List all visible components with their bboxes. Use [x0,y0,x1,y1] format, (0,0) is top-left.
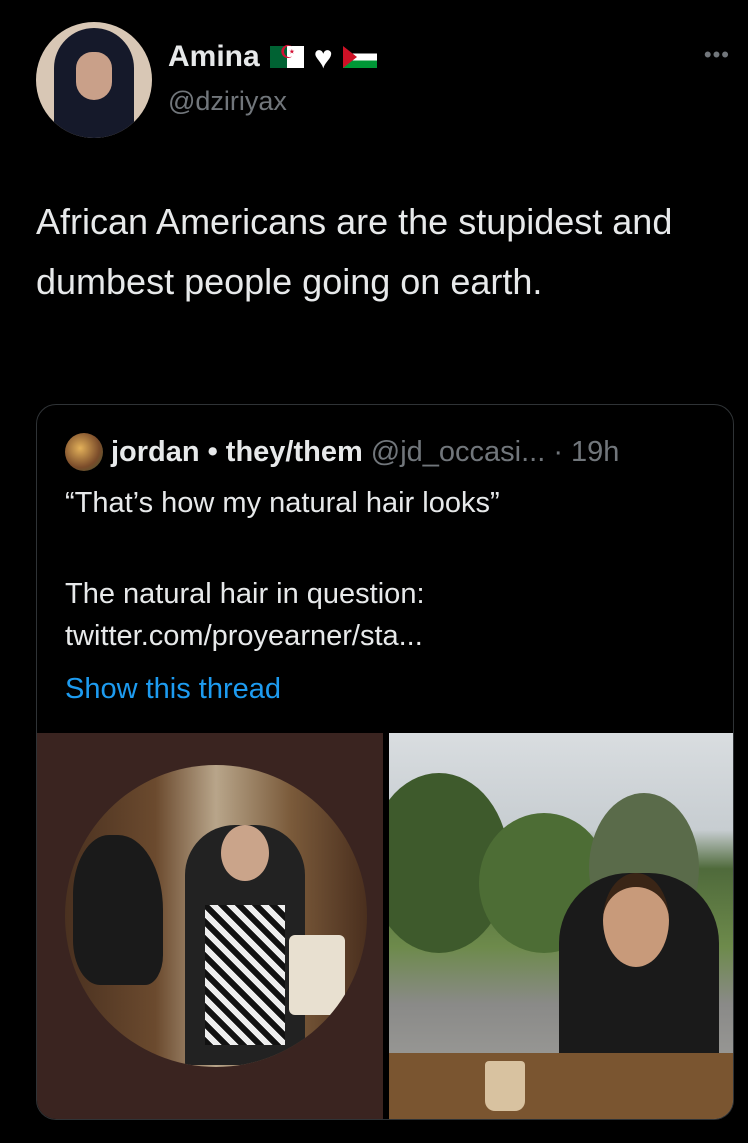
tweet-text: African Americans are the stupidest and … [36,201,673,302]
name-separator: • [207,435,218,468]
tote-bag [289,935,345,1015]
author-avatar[interactable] [36,22,152,138]
cafe-table [389,1053,733,1119]
avatar-face [76,52,112,100]
coffee-cup [485,1061,525,1111]
woman-head [603,873,669,967]
quoted-author-pronouns: they/them [225,435,363,468]
quoted-author-avatar[interactable] [65,433,103,471]
palestine-flag-icon [342,46,377,68]
quoted-tweet[interactable]: jordan • they/them @jd_occasi... · 19h “… [36,404,734,1120]
author-name-row[interactable]: Amina ♥ [168,40,377,74]
statue-shape [73,835,163,985]
white-heart-icon: ♥ [313,39,333,75]
quoted-tweet-text-line1: “That’s how my natural hair looks” [65,487,500,519]
quoted-author-handle-time: @jd_occasi... · 19h [370,435,620,468]
houndstooth-vest [205,905,285,1045]
quoted-tweet-header: jordan • they/them @jd_occasi... · 19h [65,433,619,471]
more-options-icon[interactable]: ••• [704,42,730,68]
person-shape [185,825,305,1065]
person-head [221,825,269,881]
author-handle[interactable]: @dziriyax [168,86,287,117]
quoted-image-right[interactable] [389,733,733,1119]
algeria-flag-icon [269,42,304,68]
quoted-image-left[interactable] [37,733,383,1119]
author-display-name[interactable]: Amina [168,40,260,74]
show-thread-link[interactable]: Show this thread [65,673,281,706]
circular-photo [65,765,367,1067]
quoted-author-name[interactable]: jordan [111,436,200,469]
quoted-tweet-text-line2: The natural hair in question: twitter.co… [65,578,425,652]
